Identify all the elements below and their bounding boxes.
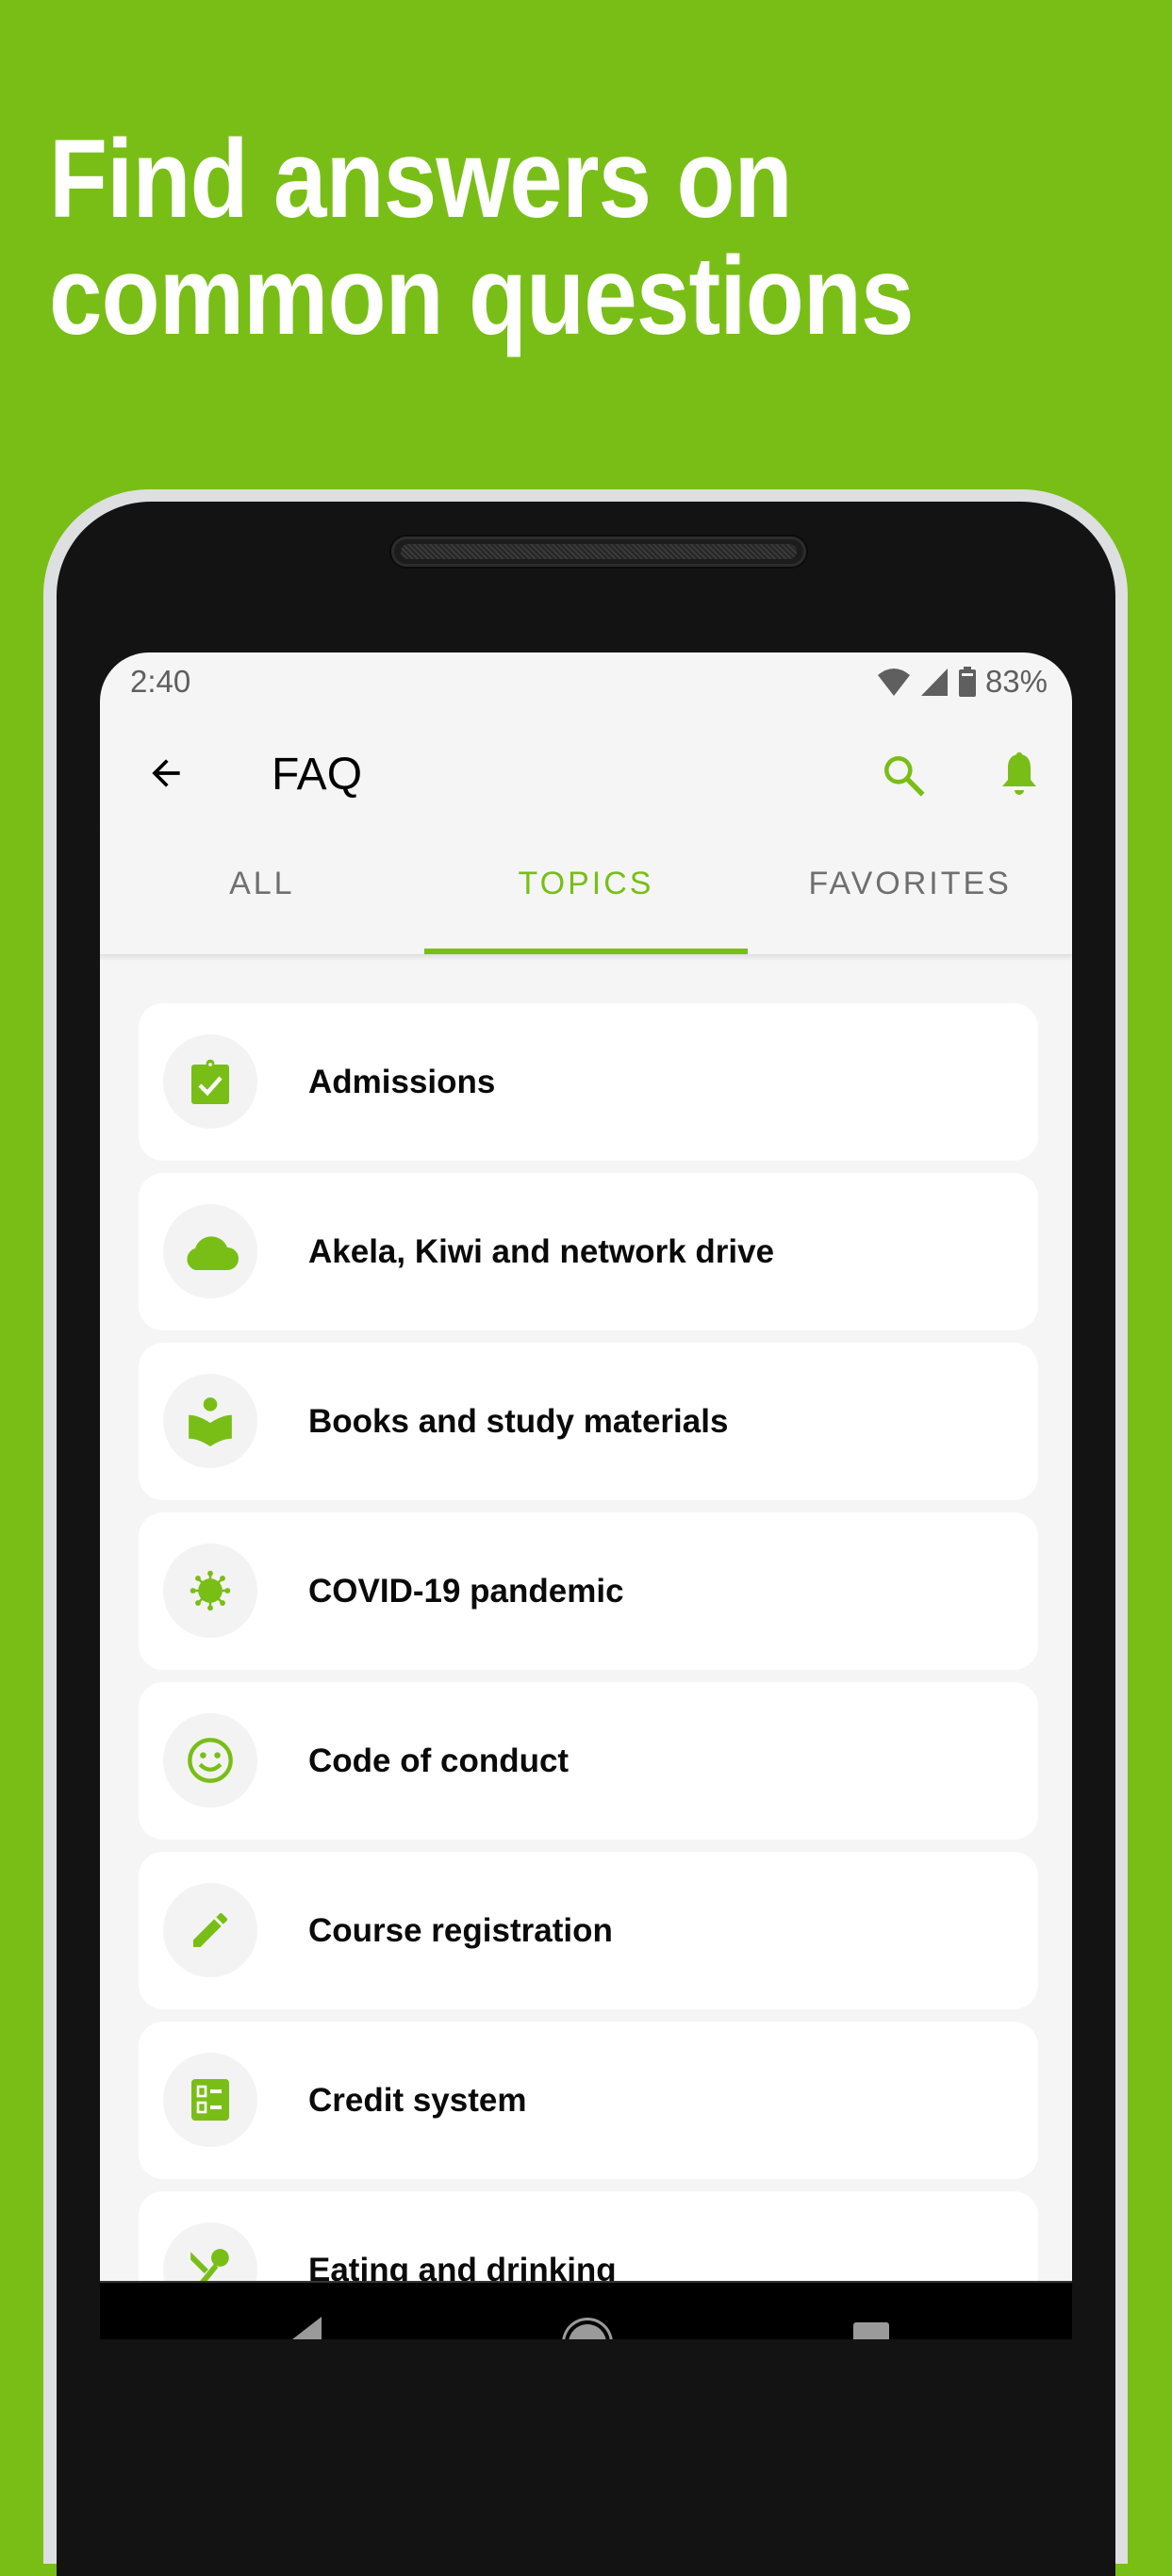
icon-badge [163, 1713, 257, 1808]
icon-badge [163, 1883, 257, 1977]
phone-screen: 2:40 83% FAQ ALL TOPICS FAVORITES Admiss… [100, 652, 1072, 2339]
bell-icon [1002, 751, 1036, 795]
tab-label: ALL [229, 865, 295, 901]
topics-list: Admissions Akela, Kiwi and network drive… [139, 1003, 1038, 2339]
notifications-button[interactable] [991, 747, 1048, 803]
wifi-icon [877, 669, 910, 696]
topic-item-admissions[interactable]: Admissions [139, 1003, 1038, 1161]
battery-percentage: 83% [984, 664, 1048, 699]
topic-label: Credit system [308, 2081, 527, 2119]
clipboard-check-icon [191, 1059, 229, 1104]
icon-badge [163, 2053, 257, 2147]
phone-speaker [391, 537, 806, 567]
tab-all[interactable]: ALL [100, 832, 424, 954]
icon-badge [163, 1374, 257, 1468]
status-bar: 2:40 83% [100, 652, 1072, 709]
nav-recents-icon[interactable] [853, 2322, 889, 2339]
topic-label: Akela, Kiwi and network drive [308, 1232, 775, 1270]
nav-back-icon[interactable] [288, 2317, 322, 2339]
topic-label: Code of conduct [308, 1742, 569, 1779]
page-title: FAQ [272, 750, 363, 800]
arrow-back-icon [152, 759, 180, 787]
reading-book-icon [189, 1397, 232, 1446]
topic-label: Course registration [308, 1911, 613, 1949]
topic-label: Admissions [308, 1063, 496, 1100]
smiley-icon [188, 1738, 233, 1783]
topic-item-code-of-conduct[interactable]: Code of conduct [139, 1682, 1038, 1840]
cloud-icon [187, 1236, 239, 1270]
tab-label: TOPICS [518, 865, 654, 901]
topic-item-course-registration[interactable]: Course registration [139, 1852, 1038, 2009]
icon-badge [163, 1034, 257, 1129]
icon-badge [163, 1544, 257, 1638]
topic-item-akela-kiwi[interactable]: Akela, Kiwi and network drive [139, 1173, 1038, 1330]
nav-home-icon[interactable] [569, 2324, 606, 2339]
checklist-icon [191, 2079, 229, 2121]
topic-label: COVID-19 pandemic [308, 1572, 624, 1610]
virus-icon [190, 1570, 231, 1611]
cell-signal-icon [920, 669, 948, 696]
topic-item-books[interactable]: Books and study materials [139, 1343, 1038, 1500]
search-button[interactable] [875, 747, 932, 803]
search-icon [884, 756, 925, 797]
pencil-icon [193, 1912, 228, 1947]
headline: Find answers on common questions [49, 121, 914, 355]
tab-bar: ALL TOPICS FAVORITES [100, 832, 1072, 955]
status-icons: 83% [876, 664, 1048, 700]
back-button[interactable] [140, 747, 192, 800]
battery-icon [958, 667, 976, 697]
status-time: 2:40 [130, 664, 191, 699]
system-nav-bar [100, 2281, 1072, 2339]
topic-label: Books and study materials [308, 1402, 729, 1440]
tab-label: FAVORITES [808, 865, 1012, 901]
headline-line-2: common questions [49, 234, 914, 358]
headline-line-1: Find answers on [49, 117, 793, 241]
tab-topics[interactable]: TOPICS [423, 832, 749, 954]
tab-favorites[interactable]: FAVORITES [748, 832, 1072, 954]
topic-item-covid[interactable]: COVID-19 pandemic [139, 1512, 1038, 1670]
topic-item-credit-system[interactable]: Credit system [139, 2022, 1038, 2179]
icon-badge [163, 1204, 257, 1298]
app-bar: FAQ [100, 709, 1072, 832]
